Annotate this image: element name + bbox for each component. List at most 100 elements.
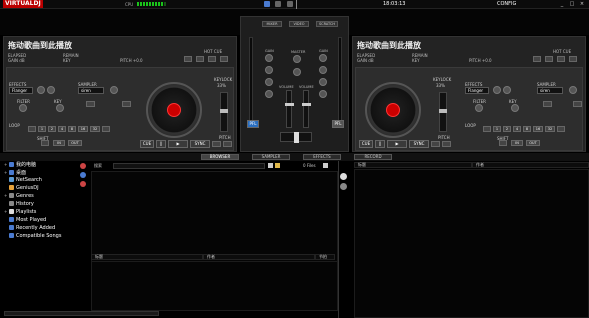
sync-button[interactable]: SYNC: [409, 140, 429, 148]
hot-cue-3-button[interactable]: [220, 56, 228, 62]
gain-knob-left[interactable]: [265, 54, 273, 62]
cue-button[interactable]: CUE: [140, 140, 154, 148]
pitch-slider-thumb[interactable]: [220, 109, 228, 113]
tree-item-history[interactable]: History: [4, 201, 34, 207]
hot-cue-3-button[interactable]: [569, 56, 577, 62]
loop-4-button[interactable]: 4: [513, 126, 521, 132]
loop-1-button[interactable]: 1: [493, 126, 501, 132]
low-knob-right[interactable]: [319, 90, 327, 98]
loop-double-button[interactable]: [102, 126, 110, 132]
play-button[interactable]: ▶: [387, 140, 407, 148]
tab-sampler[interactable]: SAMPLER: [252, 154, 290, 160]
loop-32-button[interactable]: 32: [545, 126, 555, 132]
tab-mixer[interactable]: MIXER: [262, 21, 282, 27]
filter-knob[interactable]: [19, 104, 27, 112]
effect-knob[interactable]: [37, 86, 45, 94]
network-icon[interactable]: [275, 1, 281, 7]
loop-16-button[interactable]: 16: [533, 126, 543, 132]
tab-browser[interactable]: BROWSER: [201, 154, 239, 160]
sidelist[interactable]: [91, 261, 338, 311]
right-column-title[interactable]: 标题: [354, 162, 472, 168]
shift-button[interactable]: [41, 140, 49, 146]
master-knob[interactable]: [293, 55, 301, 63]
pitch-minus-button[interactable]: [431, 141, 440, 147]
gain-knob-right[interactable]: [319, 54, 327, 62]
loop-16-button[interactable]: 16: [78, 126, 88, 132]
sampler-play-button[interactable]: [543, 101, 552, 107]
column-bpm[interactable]: 节拍: [315, 254, 335, 260]
add-folder-icon[interactable]: [80, 163, 86, 169]
loop-in-button[interactable]: IN: [53, 140, 65, 146]
tab-video[interactable]: VIDEO: [289, 21, 309, 27]
filter-knob[interactable]: [475, 104, 483, 112]
loop-2-button[interactable]: 2: [503, 126, 511, 132]
hot-cue-1-button[interactable]: [196, 56, 204, 62]
loop-half-button[interactable]: [483, 126, 491, 132]
loop-half-button[interactable]: [28, 126, 36, 132]
hot-cue-lock-button[interactable]: [533, 56, 541, 62]
tree-item-recently-added[interactable]: Recently Added: [4, 225, 55, 231]
volume-fader-left[interactable]: [285, 90, 294, 128]
loop-in-button[interactable]: IN: [511, 140, 523, 146]
crossfader[interactable]: [280, 132, 312, 143]
effect-knob[interactable]: [503, 86, 511, 94]
volume-fader-left-thumb[interactable]: [285, 103, 294, 106]
tab-scratch[interactable]: SCRATCH: [316, 21, 338, 27]
tab-effects[interactable]: EFFECTS: [303, 154, 341, 160]
effect-select[interactable]: Flanger: [9, 87, 33, 94]
pitch-minus-button[interactable]: [212, 141, 221, 147]
folder-icon[interactable]: [275, 163, 280, 168]
shift-button[interactable]: [499, 140, 507, 146]
key-knob[interactable]: [511, 104, 519, 112]
karaoke-icon[interactable]: [340, 183, 347, 190]
sampler-rec-button[interactable]: [122, 101, 131, 107]
cue-button[interactable]: CUE: [359, 140, 373, 148]
deck-right-platter[interactable]: [365, 82, 421, 138]
panel-divider[interactable]: [338, 161, 339, 318]
sync-button[interactable]: SYNC: [190, 140, 210, 148]
loop-double-button[interactable]: [557, 126, 565, 132]
mid-knob-right[interactable]: [319, 78, 327, 86]
sampler-play-button[interactable]: [86, 101, 95, 107]
pfl-left-button[interactable]: PFL: [247, 120, 259, 128]
tree-item-genres[interactable]: + Genres: [4, 193, 34, 199]
high-knob-right[interactable]: [319, 66, 327, 74]
tree-item-compatible-songs[interactable]: Compatible Songs: [4, 233, 61, 239]
effect-select[interactable]: Flanger: [465, 87, 489, 94]
search-input[interactable]: [113, 163, 265, 169]
loop-4-button[interactable]: 4: [58, 126, 66, 132]
sampler-select[interactable]: siren: [78, 87, 104, 94]
pfl-right-button[interactable]: PFL: [332, 120, 344, 128]
tree-item-desktop[interactable]: + 桌面: [4, 169, 26, 176]
right-list[interactable]: [354, 169, 589, 318]
add-playlist-icon[interactable]: [80, 172, 86, 178]
low-knob-left[interactable]: [265, 90, 273, 98]
volume-fader-right[interactable]: [302, 90, 311, 128]
effect-knob[interactable]: [47, 86, 55, 94]
tree-item-most-played[interactable]: Most Played: [4, 217, 46, 223]
record-indicator-icon[interactable]: [264, 1, 270, 7]
sampler-knob[interactable]: [110, 86, 118, 94]
column-title[interactable]: 标题: [91, 254, 203, 260]
hot-cue-lock-button[interactable]: [184, 56, 192, 62]
right-column-artist[interactable]: 作者: [472, 162, 589, 168]
tab-record[interactable]: RECORD: [354, 154, 392, 160]
tree-item-playlists[interactable]: + Playlists: [4, 209, 36, 215]
loop-out-button[interactable]: OUT: [526, 140, 540, 146]
view-icon[interactable]: [323, 163, 328, 168]
column-artist[interactable]: 作者: [203, 254, 315, 260]
key-knob[interactable]: [56, 104, 64, 112]
booth-knob[interactable]: [293, 68, 301, 76]
horizontal-scrollbar[interactable]: [4, 311, 159, 316]
remove-folder-icon[interactable]: [80, 181, 86, 187]
pitch-slider[interactable]: [220, 92, 228, 132]
search-options-icon[interactable]: [268, 163, 273, 168]
loop-1-button[interactable]: 1: [38, 126, 46, 132]
loop-out-button[interactable]: OUT: [68, 140, 82, 146]
pitch-slider-thumb[interactable]: [439, 109, 447, 113]
high-knob-left[interactable]: [265, 66, 273, 74]
hot-cue-2-button[interactable]: [557, 56, 565, 62]
pause-button[interactable]: ‖: [375, 140, 385, 148]
loop-8-button[interactable]: 8: [523, 126, 531, 132]
sampler-knob[interactable]: [569, 86, 577, 94]
